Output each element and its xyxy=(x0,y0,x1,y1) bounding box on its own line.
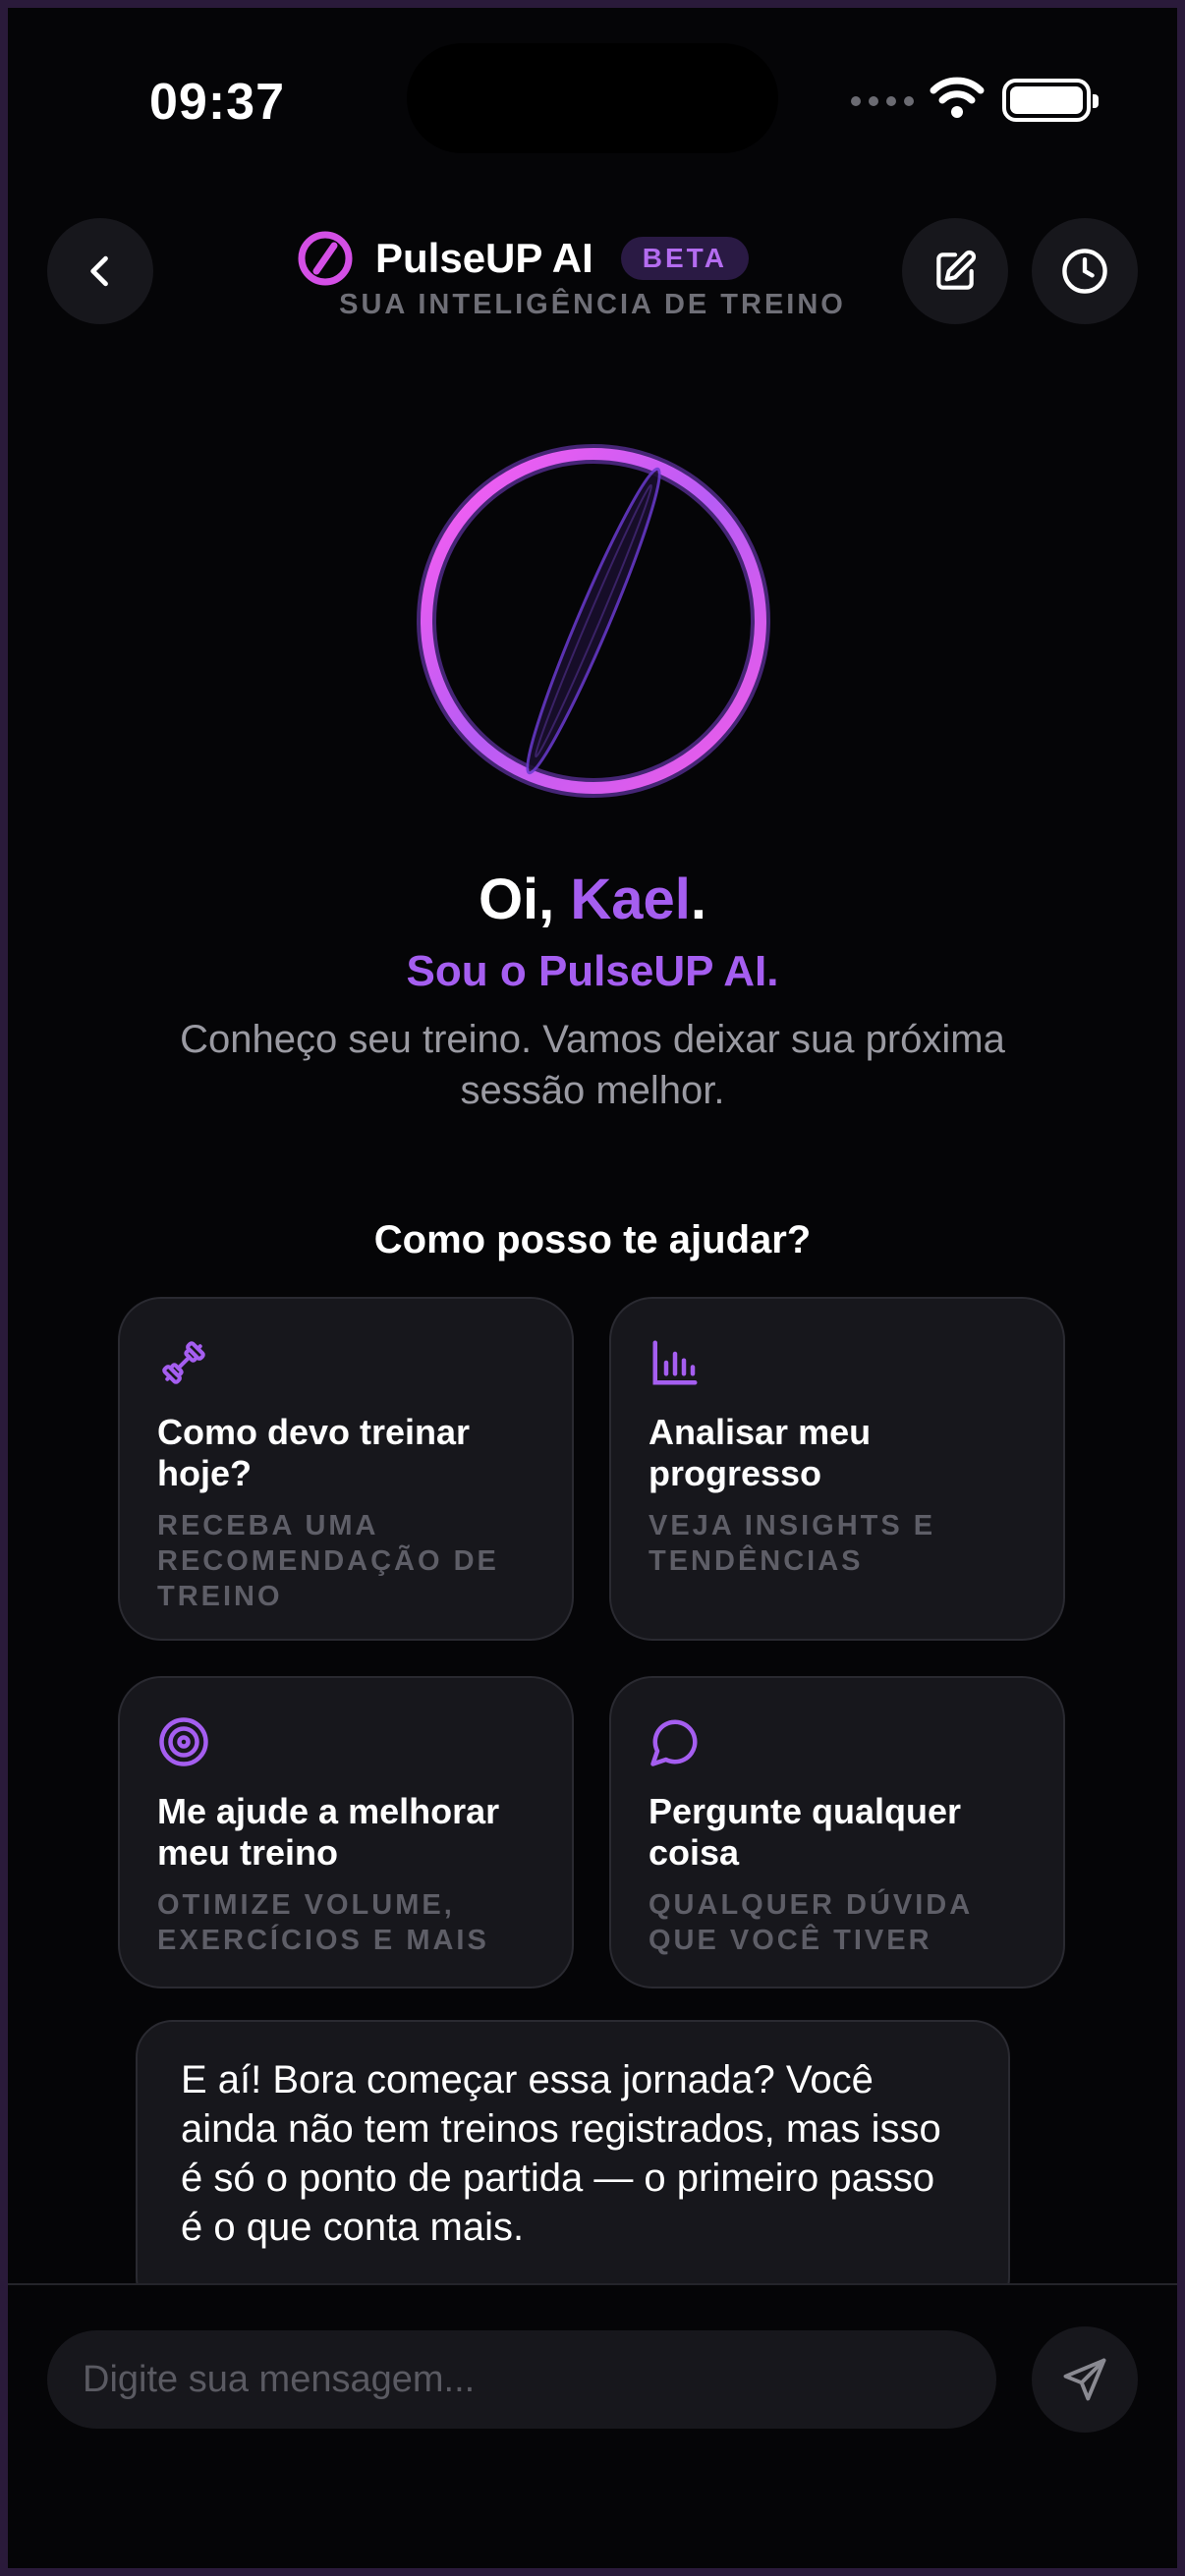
assistant-message-bubble: E aí! Bora começar essa jornada? Você ai… xyxy=(136,2020,1010,2315)
suggestion-title: Pergunte qualquer coisa xyxy=(649,1791,962,1873)
app-screen: 09:37 PulseUP AI BETA SUA INTELIGÊNCIA D… xyxy=(8,8,1177,2568)
header-title: PulseUP AI BETA xyxy=(297,230,749,287)
greeting-suffix: . xyxy=(690,868,707,931)
suggestion-title: Analisar meu progresso xyxy=(649,1412,872,1493)
edit-icon xyxy=(936,250,977,290)
dynamic-island xyxy=(407,43,778,153)
send-icon xyxy=(1063,2358,1106,2401)
help-heading: Como posso te ajudar? xyxy=(373,1218,812,1261)
dumbbell-icon xyxy=(162,1341,205,1384)
chat-bubble-icon xyxy=(650,1719,698,1766)
suggestion-description: OTIMIZE VOLUME, EXERCÍCIOS E MAIS xyxy=(157,1889,489,1956)
cellular-signal-icon xyxy=(851,96,914,106)
greeting-heading: Oi, Kael. xyxy=(8,867,1177,932)
suggestion-title: Me ajude a melhorar meu treino xyxy=(157,1791,500,1873)
status-time: 09:37 xyxy=(149,74,285,131)
app-title: PulseUP AI xyxy=(375,235,593,281)
suggestion-description: RECEBA UMA RECOMENDAÇÃO DE TREINO xyxy=(157,1510,499,1612)
history-button[interactable] xyxy=(1032,218,1138,324)
greeting-prefix: Oi, xyxy=(478,868,571,931)
message-input[interactable] xyxy=(47,2330,996,2429)
suggestion-title: Como devo treinar hoje? xyxy=(157,1412,471,1493)
beta-badge: BETA xyxy=(620,237,749,280)
suggestion-description: VEJA INSIGHTS E TENDÊNCIAS xyxy=(649,1510,936,1577)
battery-icon xyxy=(1002,79,1099,122)
suggestion-card-ask[interactable]: Pergunte qualquer coisa QUALQUER DÚVIDA … xyxy=(609,1676,1065,1988)
clock-icon xyxy=(1062,249,1107,294)
target-icon xyxy=(159,1717,208,1766)
pulse-logo-icon xyxy=(298,231,353,286)
suggestion-card-progress[interactable]: Analisar meu progresso VEJA INSIGHTS E T… xyxy=(609,1297,1065,1641)
assistant-tagline: Conheço seu treino. Vamos deixar sua pró… xyxy=(180,1018,1005,1112)
new-chat-button[interactable] xyxy=(902,218,1008,324)
suggestion-card-improve[interactable]: Me ajude a melhorar meu treino OTIMIZE V… xyxy=(118,1676,574,1988)
status-bar: 09:37 xyxy=(8,8,1177,195)
chevron-left-icon xyxy=(90,255,108,287)
ai-orb-icon xyxy=(417,444,770,798)
suggestion-description: QUALQUER DÚVIDA QUE VOCÊ TIVER xyxy=(649,1889,973,1956)
suggestion-card-train-today[interactable]: Como devo treinar hoje? RECEBA UMA RECOM… xyxy=(118,1297,574,1641)
assistant-intro: Sou o PulseUP AI. xyxy=(406,947,779,995)
user-name: Kael xyxy=(570,868,691,931)
wifi-icon xyxy=(930,77,985,118)
bar-chart-icon xyxy=(652,1340,698,1385)
send-button[interactable] xyxy=(1032,2326,1138,2433)
